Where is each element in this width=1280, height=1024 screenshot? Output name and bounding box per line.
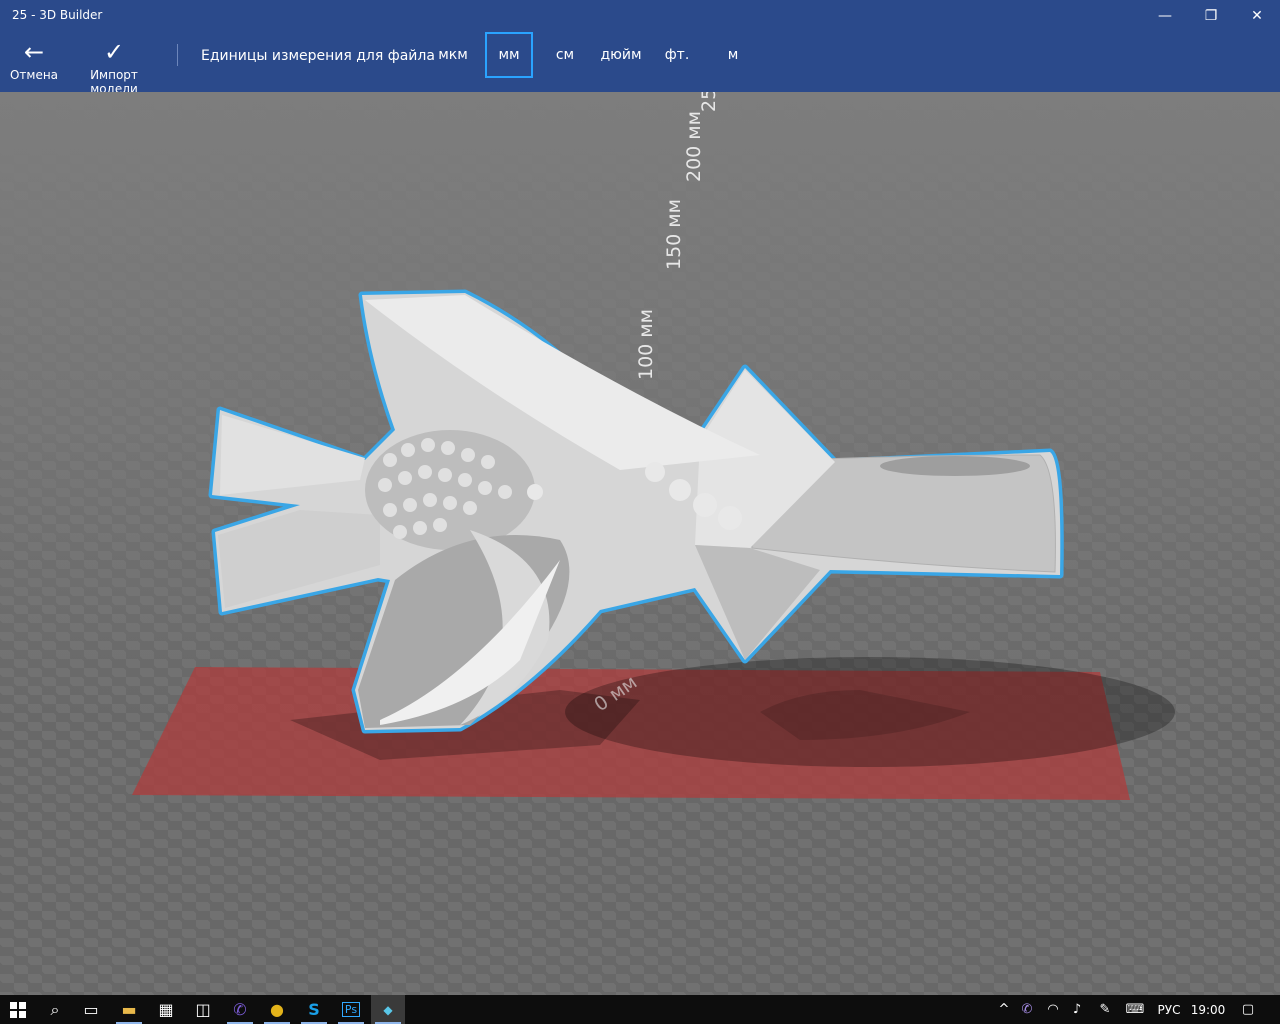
toolbar-separator [177,44,178,66]
taskbar-app-store[interactable]: ◫ [186,995,220,1024]
taskbar-app-3d-builder[interactable]: ◆ [371,995,405,1024]
unit-millimeter[interactable]: мм [485,32,533,78]
3d-builder-icon: ◆ [383,1002,393,1017]
minimize-button[interactable]: — [1142,0,1188,32]
chrome-icon: ● [270,1000,284,1019]
units-label: Единицы измерения для файла [201,48,435,64]
taskbar: ⌕ ▭ ▬ ▦ ◫ ✆ ● S Ps ◆ ^ ✆ ◠ ♪ ✎ ⌨ РУС 19:… [0,995,1280,1024]
chevron-up-icon: ^ [998,1002,1010,1017]
search-button[interactable]: ⌕ [38,995,72,1024]
unit-inch[interactable]: дюйм [596,32,646,78]
restore-button[interactable]: ❐ [1188,0,1234,32]
cancel-label: Отмена [9,68,59,82]
unit-foot[interactable]: фт. [660,32,694,78]
search-icon: ⌕ [50,999,60,1019]
taskbar-app-photoshop[interactable]: Ps [334,995,368,1024]
restore-icon: ❐ [1204,8,1218,24]
back-arrow-icon: ← [23,38,45,66]
show-hidden-icons-button[interactable]: ^ [994,995,1014,1024]
command-bar: ← Отмена ✓ Импорт модели Единицы измерен… [0,32,1280,96]
action-center-icon[interactable]: ▢ [1236,995,1260,1024]
taskbar-app-skype[interactable]: S [297,995,331,1024]
taskbar-app-viber[interactable]: ✆ [223,995,257,1024]
unit-centimeter[interactable]: см [547,32,583,78]
keyboard-icon[interactable]: ⌨ [1122,995,1148,1024]
calculator-icon: ▦ [158,1000,174,1019]
window-title: 25 - 3D Builder [12,8,103,22]
taskbar-app-chrome[interactable]: ● [260,995,294,1024]
tray-viber-icon[interactable]: ✆ [1016,995,1038,1024]
ruler-label-200: 200 мм [683,111,705,182]
scene-canvas: 0 мм 100 мм 150 мм 200 мм 250 мм [132,92,1175,800]
unit-micrometer[interactable]: мкм [433,32,473,78]
language-indicator[interactable]: РУС [1152,995,1186,1024]
taskbar-app-file-explorer[interactable]: ▬ [112,995,146,1024]
model-band-hole [880,456,1030,476]
photoshop-icon: Ps [341,1002,361,1017]
skype-icon: S [308,1000,320,1019]
network-icon[interactable]: ◠ [1042,995,1064,1024]
cancel-button[interactable]: ← Отмена [8,36,60,82]
start-button[interactable] [0,995,36,1024]
ruler-label-150: 150 мм [663,199,685,270]
unit-meter[interactable]: м [718,32,748,78]
clock[interactable]: 19:00 [1190,995,1226,1024]
volume-icon[interactable]: ♪ [1066,995,1088,1024]
store-icon: ◫ [195,1000,211,1019]
file-explorer-icon: ▬ [121,1000,137,1019]
task-view-icon: ▭ [83,1000,99,1019]
pen-icon[interactable]: ✎ [1093,995,1117,1024]
ruler-label-250: 250 мм [698,92,720,112]
ruler-label-100: 100 мм [635,309,657,380]
minimize-icon: — [1158,8,1172,24]
windows-logo-icon [10,1001,26,1018]
viber-icon: ✆ [233,1000,247,1019]
close-button[interactable]: ✕ [1234,0,1280,32]
import-model-button[interactable]: ✓ Импорт модели [66,36,162,96]
close-icon: ✕ [1251,8,1263,24]
checkmark-icon: ✓ [103,38,125,66]
3d-viewport[interactable]: 0 мм 100 мм 150 мм 200 мм 250 мм [0,92,1280,995]
taskbar-app-calculator[interactable]: ▦ [149,995,183,1024]
task-view-button[interactable]: ▭ [74,995,108,1024]
title-bar: 25 - 3D Builder — ❐ ✕ [0,0,1280,32]
